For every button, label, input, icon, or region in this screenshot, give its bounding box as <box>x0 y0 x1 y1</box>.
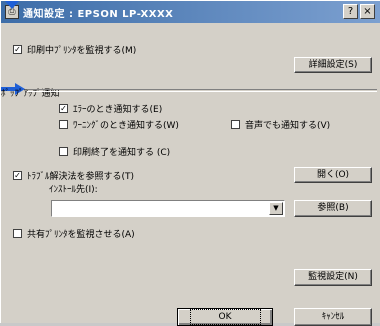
monitor-printing-checkbox[interactable]: ✓ 印刷中ﾌﾟﾘﾝﾀを監視する(M) <box>13 43 136 56</box>
troubleshoot-checkbox[interactable]: ✓ ﾄﾗﾌﾞﾙ解決法を参照する(T) <box>13 169 134 182</box>
warning-notify-checkbox[interactable]: ﾜｰﾆﾝｸﾞのとき通知する(W) <box>59 118 179 131</box>
warning-notify-label: ﾜｰﾆﾝｸﾞのとき通知する(W) <box>73 121 179 131</box>
notification-settings-dialog: ⎙ 通知設定 : EPSON LP-XXXX ? × ✓ 印刷中ﾌﾟﾘﾝﾀを監視… <box>0 0 380 326</box>
popup-section-divider <box>27 89 377 92</box>
install-destination-combobox[interactable]: ▼ <box>51 200 285 217</box>
title-bar: ⎙ 通知設定 : EPSON LP-XXXX ? × <box>1 1 380 23</box>
cancel-button[interactable]: ｷｬﾝｾﾙ <box>294 308 372 326</box>
monitor-settings-button[interactable]: 監視設定(N) <box>294 269 372 286</box>
browse-button[interactable]: 参照(B) <box>294 200 372 217</box>
error-notify-label: ｴﾗｰのとき通知する(E) <box>73 105 163 115</box>
popup-section-heading: ﾎﾟｯﾌﾟｱｯﾌﾟ通知 <box>1 89 60 99</box>
monitor-printing-label: 印刷中ﾌﾟﾘﾝﾀを監視する(M) <box>27 46 137 56</box>
ok-button[interactable]: OK <box>177 308 273 326</box>
chevron-down-icon[interactable]: ▼ <box>269 202 283 215</box>
annotation-arrow-top-icon <box>5 1 19 9</box>
open-button[interactable]: 開く(O) <box>294 167 372 183</box>
close-button[interactable]: × <box>360 4 375 19</box>
check-icon: ✓ <box>13 45 22 54</box>
check-icon: ✓ <box>59 104 68 113</box>
shared-printer-label: 共有ﾌﾟﾘﾝﾀを監視させる(A) <box>27 230 135 240</box>
error-notify-checkbox[interactable]: ✓ ｴﾗｰのとき通知する(E) <box>59 102 162 115</box>
troubleshoot-label: ﾄﾗﾌﾞﾙ解決法を参照する(T) <box>27 172 135 182</box>
sound-notify-label: 音声でも通知する(V) <box>245 121 331 131</box>
print-end-notify-label: 印刷終了を通知する (C) <box>73 148 171 158</box>
window-title: 通知設定 : EPSON LP-XXXX <box>23 9 174 20</box>
help-button[interactable]: ? <box>343 4 358 19</box>
print-end-notify-checkbox[interactable]: 印刷終了を通知する (C) <box>59 145 170 158</box>
install-destination-label: ｲﾝｽﾄｰﾙ先(I): <box>49 185 98 195</box>
sound-notify-checkbox[interactable]: 音声でも通知する(V) <box>231 118 330 131</box>
detail-settings-button[interactable]: 詳細設定(S) <box>294 57 372 73</box>
shared-printer-checkbox[interactable]: 共有ﾌﾟﾘﾝﾀを監視させる(A) <box>13 227 135 240</box>
check-icon: ✓ <box>13 171 22 180</box>
